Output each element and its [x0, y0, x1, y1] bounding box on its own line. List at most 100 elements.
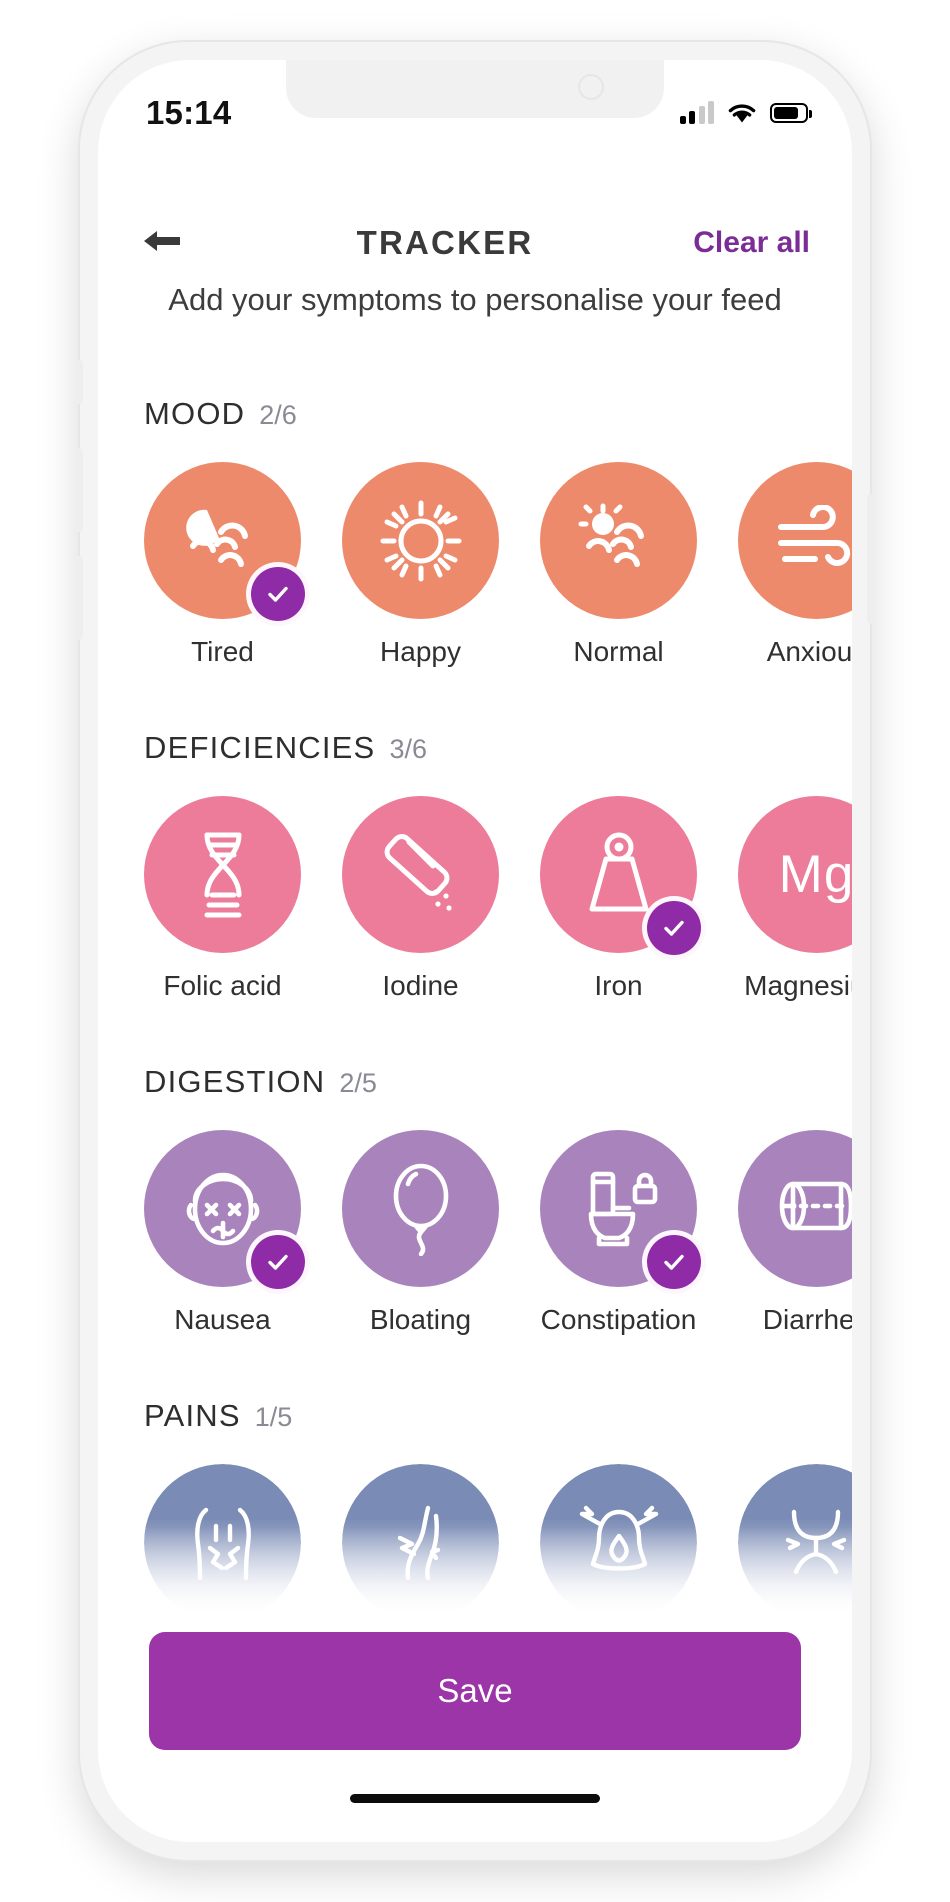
battery-icon [770, 103, 812, 123]
symptom-pain-torso[interactable] [144, 1464, 301, 1638]
symptom-bubble[interactable] [540, 1464, 697, 1621]
toilet-lock-icon [573, 1164, 665, 1254]
wind-icon [771, 504, 853, 577]
salt-shaker-icon [376, 830, 466, 920]
symptom-row: Folic acid Iodine Iron Mg Magnesi [98, 796, 852, 1002]
clear-all-button[interactable]: Clear all [680, 226, 810, 260]
symptom-constipation[interactable]: Constipation [540, 1130, 701, 1336]
head-pain-icon [576, 1500, 662, 1586]
section-count: 1/5 [254, 1402, 293, 1432]
symptom-row [98, 1464, 852, 1638]
symptom-bubble[interactable]: Mg [738, 796, 852, 953]
selected-check-badge [647, 901, 701, 955]
symptom-tired[interactable]: Tired [144, 462, 305, 668]
symptom-pain-head[interactable] [540, 1464, 697, 1638]
status-icons [679, 101, 812, 124]
section-title: DEFICIENCIES [144, 730, 376, 765]
subtitle-text: Add your symptoms to personalise your fe… [168, 282, 782, 317]
symptom-anxious[interactable]: Anxious [738, 462, 852, 668]
save-bar: Save [98, 1614, 852, 1842]
cellular-signal-icon [679, 101, 714, 124]
chest-pain-icon [774, 1500, 853, 1586]
section-deficiencies: DEFICIENCIES 3/6 Folic acid Iodine Iron … [98, 730, 852, 1002]
symptom-bubble[interactable] [738, 462, 852, 619]
symptom-label: Nausea [174, 1304, 271, 1335]
home-indicator[interactable] [350, 1794, 600, 1803]
symptom-label: Anxious [766, 636, 852, 667]
status-bar: 15:14 [98, 60, 852, 144]
symptom-happy[interactable]: Happy [342, 462, 499, 668]
back-arrow-icon [140, 225, 184, 262]
selected-check-badge [647, 1235, 701, 1289]
selected-check-badge [251, 567, 305, 621]
section-title: DIGESTION [144, 1064, 326, 1099]
symptom-bubble[interactable] [738, 1130, 852, 1287]
symptom-iodine[interactable]: Iodine [342, 796, 499, 1002]
back-button[interactable] [140, 225, 210, 262]
section-count: 2/6 [259, 400, 297, 430]
wifi-icon [727, 102, 757, 124]
symptom-bloating[interactable]: Bloating [342, 1130, 499, 1336]
mg-text-icon: Mg [778, 845, 852, 904]
sun-icon [377, 497, 465, 585]
symptom-label: Iron [594, 970, 643, 1001]
symptom-bubble[interactable] [540, 796, 701, 955]
sun-cloud-icon [573, 502, 665, 580]
phone-frame: 15:14 TRACKER Clear all Add your symptom… [75, 42, 875, 1860]
symptom-bubble[interactable] [342, 796, 499, 953]
symptom-row: Nausea Bloating Constipation Diarrhe [98, 1130, 852, 1336]
symptom-label: Magnesium [744, 970, 852, 1001]
weight-icon [576, 831, 662, 919]
symptom-folic-acid[interactable]: Folic acid [144, 796, 301, 1002]
symptom-bubble[interactable] [540, 1130, 701, 1289]
save-button[interactable]: Save [149, 1632, 801, 1750]
section-digestion: DIGESTION 2/5 Nausea Bloating Constipati… [98, 1064, 852, 1336]
phone-screen: 15:14 TRACKER Clear all Add your symptom… [98, 60, 852, 1842]
section-pains: PAINS 1/5 [98, 1398, 852, 1638]
symptom-diarrhea[interactable]: Diarrhea [738, 1130, 852, 1336]
power-button[interactable] [867, 494, 875, 624]
section-count: 3/6 [389, 734, 427, 764]
volume-down-button[interactable] [75, 556, 83, 640]
sick-face-icon [177, 1165, 269, 1253]
symptom-bubble[interactable] [540, 462, 697, 619]
page-title: TRACKER [356, 224, 534, 261]
nav-bar: TRACKER Clear all [98, 200, 852, 286]
section-header: DEFICIENCIES 3/6 [98, 730, 852, 766]
symptom-label: Happy [380, 636, 461, 667]
symptom-bubble[interactable] [144, 1130, 305, 1289]
symptom-label: Tired [191, 636, 254, 667]
section-mood: MOOD 2/6 Tired Happy Normal Anxiou [98, 396, 852, 668]
symptom-bubble[interactable] [144, 1464, 301, 1621]
symptom-pain-chest[interactable] [738, 1464, 852, 1638]
symptom-label: Normal [573, 636, 664, 667]
cloud-moon-icon [177, 502, 269, 580]
symptom-label: Iodine [382, 970, 459, 1001]
symptom-pain-leg[interactable] [342, 1464, 499, 1638]
symptom-normal[interactable]: Normal [540, 462, 697, 668]
section-title: MOOD [144, 396, 246, 431]
torso-pain-icon [180, 1500, 266, 1586]
status-time: 15:14 [146, 94, 232, 131]
symptom-nausea[interactable]: Nausea [144, 1130, 305, 1336]
symptom-iron[interactable]: Iron [540, 796, 701, 1002]
dna-icon [189, 829, 257, 921]
section-header: DIGESTION 2/5 [98, 1064, 852, 1100]
symptom-bubble[interactable] [342, 462, 499, 619]
toilet-paper-icon [771, 1172, 852, 1246]
silent-switch[interactable] [76, 360, 83, 404]
symptom-label: Folic acid [163, 970, 282, 1001]
symptom-bubble[interactable] [342, 1464, 499, 1621]
volume-up-button[interactable] [75, 448, 83, 532]
balloon-icon [386, 1162, 456, 1256]
section-header: MOOD 2/6 [98, 396, 852, 432]
symptom-bubble[interactable] [738, 1464, 852, 1621]
leg-pain-icon [378, 1500, 464, 1586]
symptom-bubble[interactable] [342, 1130, 499, 1287]
symptom-label: Diarrhea [762, 1304, 852, 1335]
section-title: PAINS [144, 1398, 241, 1433]
section-header: PAINS 1/5 [98, 1398, 852, 1434]
symptom-bubble[interactable] [144, 796, 301, 953]
symptom-bubble[interactable] [144, 462, 305, 621]
symptom-magnesium[interactable]: Mg Magnesium [738, 796, 852, 1002]
